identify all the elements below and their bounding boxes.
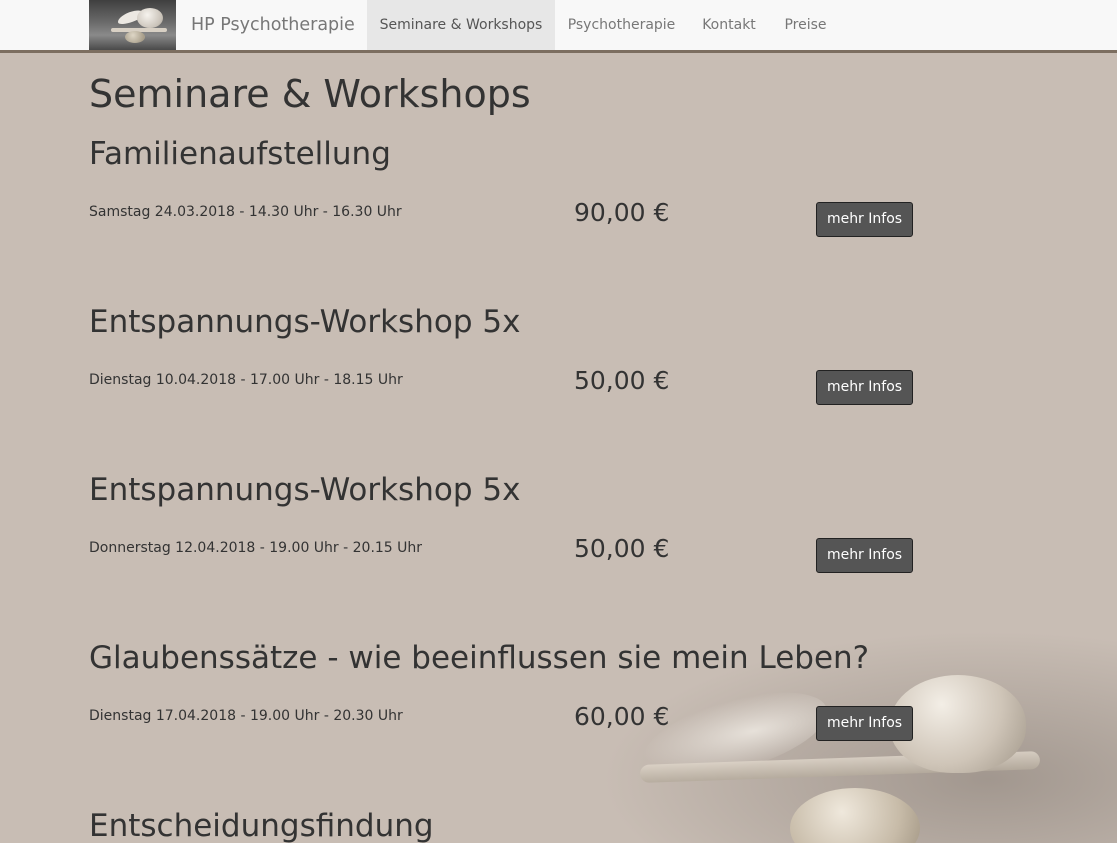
event-date: Donnerstag 12.04.2018 - 19.00 Uhr - 20.1…: [89, 540, 423, 556]
event-title: Entspannungs-Workshop 5x: [89, 304, 521, 340]
stone-shape: [137, 8, 163, 28]
event-item: Entspannungs-Workshop 5x Donnerstag 12.0…: [89, 470, 989, 630]
nav-item-preise[interactable]: Preise: [770, 0, 841, 50]
event-item: Familienaufstellung Samstag 24.03.2018 -…: [89, 134, 989, 294]
stone-shape: [125, 31, 145, 43]
nav-item-seminare-workshops[interactable]: Seminare & Workshops: [367, 0, 555, 50]
nav-item-psychotherapie[interactable]: Psychotherapie: [555, 0, 688, 50]
top-navbar: HP Psychotherapie Seminare & Workshops P…: [0, 0, 1117, 53]
event-item: Entspannungs-Workshop 5x Dienstag 10.04.…: [89, 302, 989, 462]
event-date: Dienstag 17.04.2018 - 19.00 Uhr - 20.30 …: [89, 708, 403, 724]
event-price: 90,00 €: [574, 198, 670, 227]
event-price: 50,00 €: [574, 534, 670, 563]
more-info-button[interactable]: mehr Infos: [816, 202, 913, 237]
event-item: Entscheidungsfindung: [89, 806, 989, 843]
event-title: Glaubenssätze - wie beeinflussen sie mei…: [89, 640, 870, 676]
more-info-button[interactable]: mehr Infos: [816, 538, 913, 573]
event-price: 60,00 €: [574, 702, 670, 731]
event-title: Familienaufstellung: [89, 136, 391, 172]
event-title: Entscheidungsfindung: [89, 808, 434, 843]
brand-name-link[interactable]: HP Psychotherapie: [191, 0, 355, 50]
brand-logo-image[interactable]: [89, 0, 176, 50]
event-item: Glaubenssätze - wie beeinflussen sie mei…: [89, 638, 989, 798]
more-info-button[interactable]: mehr Infos: [816, 370, 913, 405]
event-date: Dienstag 10.04.2018 - 17.00 Uhr - 18.15 …: [89, 372, 403, 388]
event-title: Entspannungs-Workshop 5x: [89, 472, 521, 508]
event-price: 50,00 €: [574, 366, 670, 395]
event-date: Samstag 24.03.2018 - 14.30 Uhr - 16.30 U…: [89, 204, 402, 220]
nav-item-kontakt[interactable]: Kontakt: [688, 0, 770, 50]
more-info-button[interactable]: mehr Infos: [816, 706, 913, 741]
page-title: Seminare & Workshops: [89, 72, 531, 116]
